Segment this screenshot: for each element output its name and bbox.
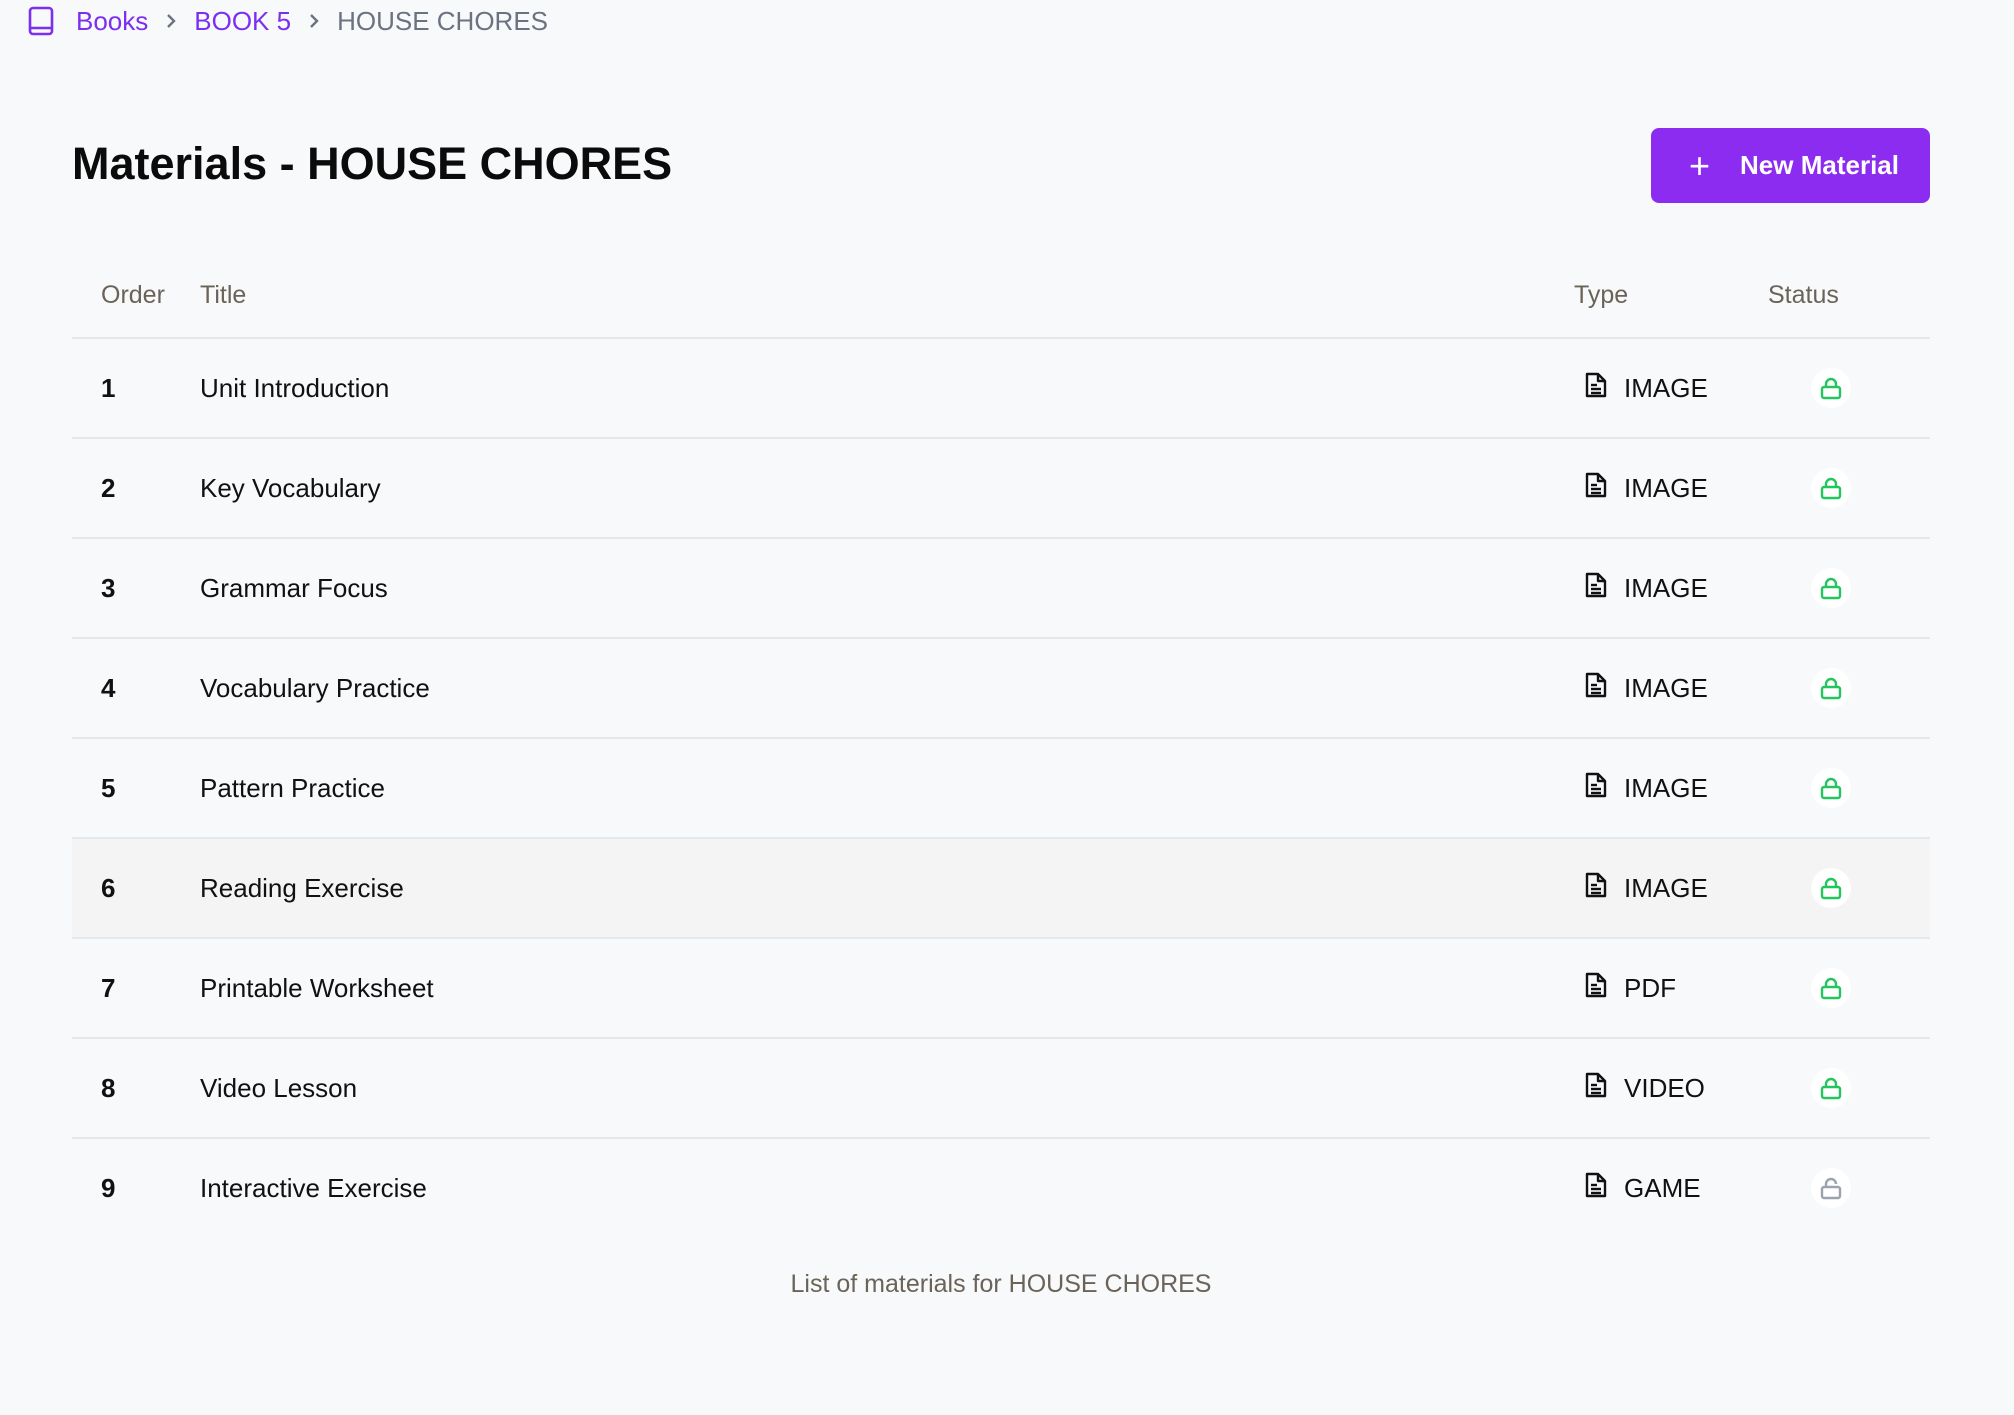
type-label: IMAGE: [1624, 572, 1708, 603]
row-title[interactable]: Grammar Focus: [200, 573, 1584, 604]
table-row[interactable]: 8 Video Lesson VIDEO: [72, 1039, 1930, 1139]
breadcrumb-current: HOUSE CHORES: [337, 5, 549, 36]
row-order: 3: [101, 572, 116, 603]
type-label: IMAGE: [1624, 672, 1708, 703]
row-title[interactable]: Reading Exercise: [200, 873, 1584, 904]
row-type: GAME: [1584, 1171, 1768, 1206]
document-icon: [1584, 1071, 1624, 1106]
row-type: VIDEO: [1584, 1071, 1768, 1106]
table-row[interactable]: 7 Printable Worksheet PDF: [72, 939, 1930, 1039]
row-title[interactable]: Unit Introduction: [200, 373, 1584, 404]
document-icon: [1584, 771, 1624, 806]
row-type: IMAGE: [1584, 671, 1768, 706]
row-order: 5: [101, 772, 116, 803]
row-title[interactable]: Printable Worksheet: [200, 973, 1584, 1004]
chevron-right-icon: [164, 12, 178, 30]
header-order[interactable]: Order: [72, 281, 200, 310]
lock-icon[interactable]: [1811, 568, 1851, 608]
table-header: Order Title Type Status: [72, 254, 1930, 339]
row-status: [1768, 668, 1930, 708]
row-order: 2: [101, 472, 116, 503]
header-title[interactable]: Title: [200, 281, 1574, 310]
document-icon: [1584, 971, 1624, 1006]
row-type: IMAGE: [1584, 771, 1768, 806]
lock-icon[interactable]: [1811, 868, 1851, 908]
table-row[interactable]: 2 Key Vocabulary IMAGE: [72, 439, 1930, 539]
row-status: [1768, 468, 1930, 508]
breadcrumb-book5[interactable]: BOOK 5: [194, 6, 291, 37]
row-status: [1768, 568, 1930, 608]
table-row[interactable]: 1 Unit Introduction IMAGE: [72, 339, 1930, 439]
document-icon: [1584, 371, 1624, 406]
row-type: IMAGE: [1584, 371, 1768, 406]
document-icon: [1584, 1171, 1624, 1206]
document-icon: [1584, 471, 1624, 506]
new-material-button[interactable]: + New Material: [1651, 128, 1930, 203]
row-order: 9: [101, 1172, 116, 1203]
type-label: VIDEO: [1624, 1072, 1705, 1103]
type-label: IMAGE: [1624, 472, 1708, 503]
lock-icon[interactable]: [1811, 368, 1851, 408]
row-status: [1768, 768, 1930, 808]
type-label: IMAGE: [1624, 772, 1708, 803]
row-status: [1768, 968, 1930, 1008]
table-row[interactable]: 9 Interactive Exercise GAME: [72, 1139, 1930, 1237]
row-title[interactable]: Interactive Exercise: [200, 1173, 1584, 1204]
unlock-icon[interactable]: [1811, 1168, 1851, 1208]
table-row[interactable]: 5 Pattern Practice IMAGE: [72, 739, 1930, 839]
table-caption: List of materials for HOUSE CHORES: [790, 1270, 1212, 1298]
table-row[interactable]: 4 Vocabulary Practice IMAGE: [72, 639, 1930, 739]
table-row[interactable]: 6 Reading Exercise IMAGE: [72, 839, 1930, 939]
row-order: 4: [101, 672, 116, 703]
page-title: Materials - HOUSE CHORES: [72, 138, 673, 189]
type-label: IMAGE: [1624, 372, 1708, 403]
type-label: GAME: [1624, 1172, 1701, 1203]
row-status: [1768, 368, 1930, 408]
row-status: [1768, 1068, 1930, 1108]
chevron-right-icon: [307, 12, 321, 30]
row-title[interactable]: Vocabulary Practice: [200, 673, 1584, 704]
lock-icon[interactable]: [1811, 968, 1851, 1008]
document-icon: [1584, 671, 1624, 706]
row-type: IMAGE: [1584, 571, 1768, 606]
lock-icon[interactable]: [1811, 468, 1851, 508]
breadcrumb-books[interactable]: Books: [76, 6, 148, 37]
plus-icon: +: [1689, 144, 1711, 186]
lock-icon[interactable]: [1811, 1068, 1851, 1108]
type-label: IMAGE: [1624, 872, 1708, 903]
row-status: [1768, 868, 1930, 908]
book-icon: [28, 6, 54, 36]
row-type: PDF: [1584, 971, 1768, 1006]
row-title[interactable]: Pattern Practice: [200, 773, 1584, 804]
document-icon: [1584, 571, 1624, 606]
row-order: 7: [101, 972, 116, 1003]
row-type: IMAGE: [1584, 471, 1768, 506]
materials-table: Order Title Type Status 1 Unit Introducti…: [72, 254, 1930, 1237]
row-order: 1: [101, 372, 116, 403]
lock-icon[interactable]: [1811, 668, 1851, 708]
type-label: PDF: [1624, 972, 1676, 1003]
lock-icon[interactable]: [1811, 768, 1851, 808]
row-order: 8: [101, 1072, 116, 1103]
breadcrumb: Books BOOK 5 HOUSE CHORES: [28, 2, 548, 40]
header-status[interactable]: Status: [1758, 281, 1930, 310]
row-status: [1768, 1168, 1930, 1208]
row-order: 6: [101, 872, 116, 903]
row-title[interactable]: Key Vocabulary: [200, 473, 1584, 504]
table-row[interactable]: 3 Grammar Focus IMAGE: [72, 539, 1930, 639]
new-material-label: New Material: [1740, 150, 1899, 180]
header-type[interactable]: Type: [1574, 281, 1758, 310]
row-type: IMAGE: [1584, 871, 1768, 906]
document-icon: [1584, 871, 1624, 906]
row-title[interactable]: Video Lesson: [200, 1073, 1584, 1104]
